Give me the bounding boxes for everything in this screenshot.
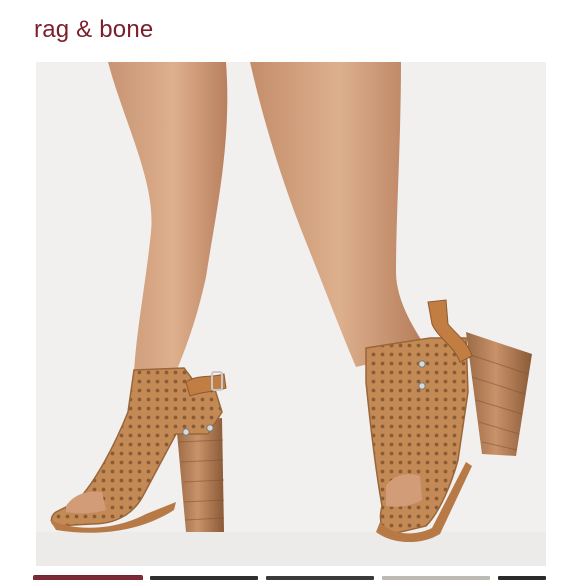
main-product-image[interactable] xyxy=(36,62,546,566)
thumbnail-image[interactable] xyxy=(498,576,546,580)
thumbnail-image[interactable] xyxy=(33,575,143,580)
thumbnail-image[interactable] xyxy=(150,576,258,580)
listing-page: rag & bone xyxy=(0,0,580,580)
thumbnail-image[interactable] xyxy=(382,576,490,580)
product-photo xyxy=(36,62,546,566)
thumbnail-image[interactable] xyxy=(266,576,374,580)
brand-title[interactable]: rag & bone xyxy=(34,14,153,46)
thumbnail-strip xyxy=(33,575,546,580)
